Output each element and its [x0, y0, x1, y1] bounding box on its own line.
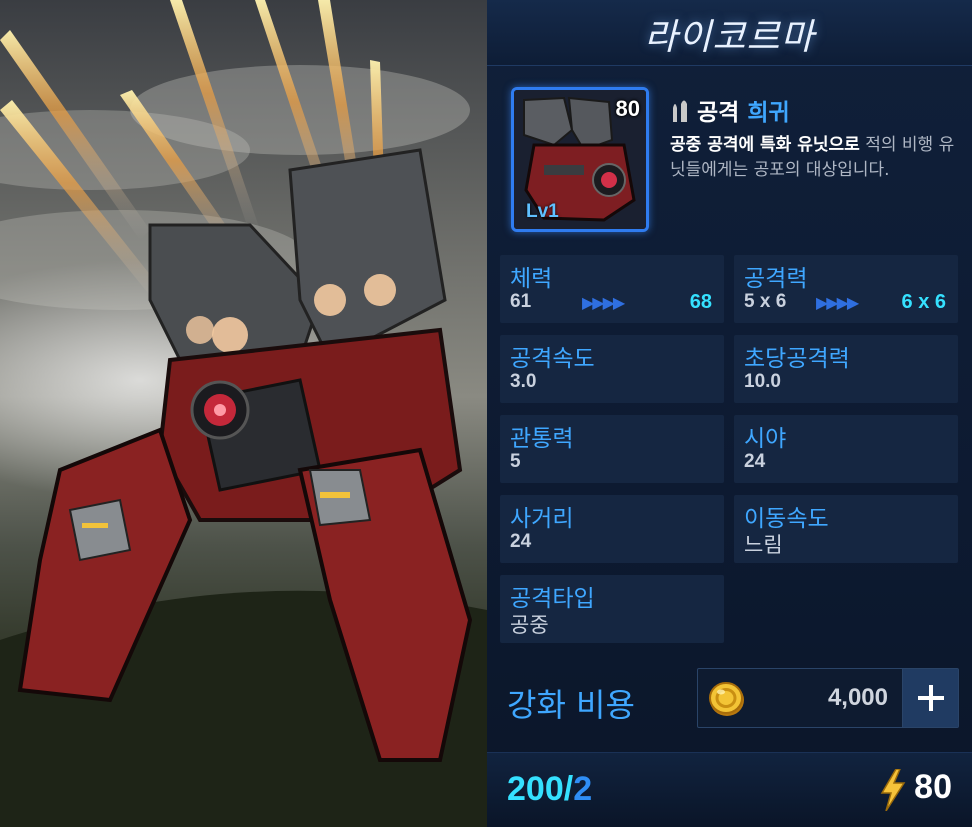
stat-attack-type: 공격타입 공중: [500, 575, 724, 643]
upgrade-arrows-icon: ▶▶▶▶: [582, 293, 625, 312]
count-current: 200: [507, 770, 564, 808]
stat-label: 시야: [744, 426, 787, 452]
stat-value: 24: [510, 531, 532, 552]
stat-label: 관통력: [510, 426, 574, 452]
stat-label: 공격속도: [510, 346, 595, 372]
stat-value: 공중: [510, 613, 549, 637]
lightning-bolt-icon: [880, 769, 906, 811]
unit-portrait[interactable]: 80 Lv1: [511, 87, 649, 232]
stat-value: 61: [510, 291, 532, 312]
count-separator: /: [563, 770, 574, 808]
unit-artwork: [0, 0, 487, 827]
stat-label: 공격타입: [510, 586, 595, 612]
plus-icon[interactable]: [902, 669, 958, 727]
title-bar: 라이코르마: [487, 0, 972, 66]
unit-type: 공격: [697, 100, 740, 126]
unit-info-panel: 라이코르마 80 Lv1 공격 희귀 공중 공격에 특화 유닛으로 적의 비행 유…: [487, 0, 972, 827]
stat-label: 공격력: [744, 266, 808, 292]
stat-move-speed: 이동속도 느림: [734, 495, 958, 563]
stat-attack-speed: 공격속도 3.0: [500, 335, 724, 403]
portrait-lv-label: Lv1: [526, 201, 559, 222]
unit-description: 공중 공격에 특화 유닛으로 적의 비행 유닛들에게는 공포의 대상입니다.: [670, 133, 960, 183]
stat-label: 이동속도: [744, 506, 829, 532]
stat-label: 초당공격력: [744, 346, 850, 372]
count-max: 2: [573, 770, 593, 808]
stat-value: 느림: [744, 533, 783, 557]
stat-penetration: 관통력 5: [500, 415, 724, 483]
gold-coin-icon: [709, 682, 744, 716]
stat-value: 5 x 6: [744, 291, 787, 312]
portrait-level-number: 80: [615, 96, 640, 121]
unit-type-line: 공격 희귀: [671, 93, 790, 127]
stat-value: 5: [510, 451, 521, 472]
unit-rarity: 희귀: [747, 100, 790, 126]
description-highlight: 공중 공격에 특화 유닛으로: [670, 135, 860, 155]
footer-bar: 200/2 80: [487, 752, 972, 827]
ammo-icon: [673, 100, 687, 122]
energy-value: 80: [914, 768, 952, 806]
stat-next-value: 68: [689, 291, 712, 313]
stat-label: 사거리: [510, 506, 574, 532]
stat-value: 10.0: [744, 371, 781, 392]
stat-sight: 시야 24: [734, 415, 958, 483]
upgrade-cost-value: 4,000: [827, 684, 888, 711]
upgrade-cost-box: 4,000: [697, 668, 959, 728]
upgrade-arrows-icon: ▶▶▶▶: [816, 293, 859, 312]
unit-count: 200/2: [507, 770, 592, 809]
stat-value: 3.0: [510, 371, 537, 392]
stat-dps: 초당공격력 10.0: [734, 335, 958, 403]
stat-value: 24: [744, 451, 766, 472]
upgrade-cost-label: 강화 비용: [507, 686, 635, 724]
stat-next-value: 6 x 6: [901, 291, 946, 313]
stat-attack: 공격력 5 x 6 ▶▶▶▶ 6 x 6: [734, 255, 958, 323]
stat-hp: 체력 61 ▶▶▶▶ 68: [500, 255, 724, 323]
unit-name: 라이코르마: [644, 17, 815, 58]
stat-label: 체력: [510, 266, 553, 292]
stat-range: 사거리 24: [500, 495, 724, 563]
